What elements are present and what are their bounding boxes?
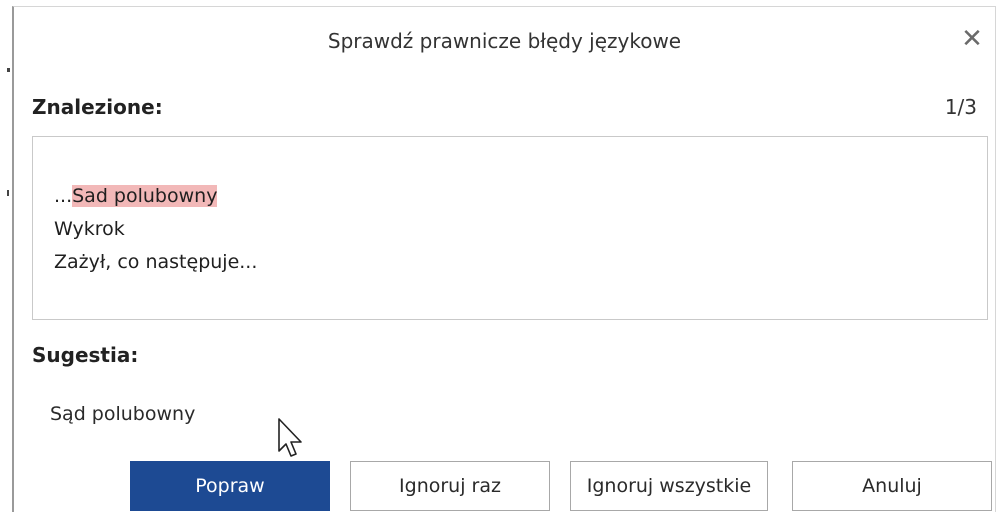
match-counter: 1/3 bbox=[944, 95, 977, 119]
background-edge-mark bbox=[7, 190, 9, 196]
fix-button[interactable]: Popraw bbox=[130, 461, 330, 511]
found-line-1: ...Sad polubowny bbox=[54, 180, 987, 213]
highlighted-error: Sad polubowny bbox=[72, 185, 218, 207]
background-edge-mark bbox=[7, 68, 10, 72]
found-label: Znalezione: bbox=[32, 95, 163, 119]
close-icon[interactable]: ✕ bbox=[957, 24, 987, 54]
suggestion-label: Sugestia: bbox=[32, 343, 139, 367]
ignore-all-button[interactable]: Ignoruj wszystkie bbox=[570, 461, 768, 511]
mouse-pointer-icon bbox=[278, 418, 302, 457]
ignore-once-button[interactable]: Ignoruj raz bbox=[350, 461, 550, 511]
screen: Sprawdź prawnicze błędy językowe ✕ Znale… bbox=[0, 0, 998, 512]
context-prefix: ... bbox=[54, 185, 73, 207]
found-line-3: Zażył, co następuje... bbox=[54, 251, 258, 273]
found-line-2: Wykrok bbox=[54, 218, 125, 240]
dialog-title: Sprawdź prawnicze błędy językowe bbox=[327, 29, 682, 53]
cancel-button[interactable]: Anuluj bbox=[792, 461, 992, 511]
suggestion-item[interactable]: Sąd polubowny bbox=[50, 403, 195, 425]
found-context-box: ...Sad polubowny Wykrok Zażył, co następ… bbox=[32, 136, 988, 320]
language-check-dialog: Sprawdź prawnicze błędy językowe ✕ Znale… bbox=[12, 6, 996, 512]
